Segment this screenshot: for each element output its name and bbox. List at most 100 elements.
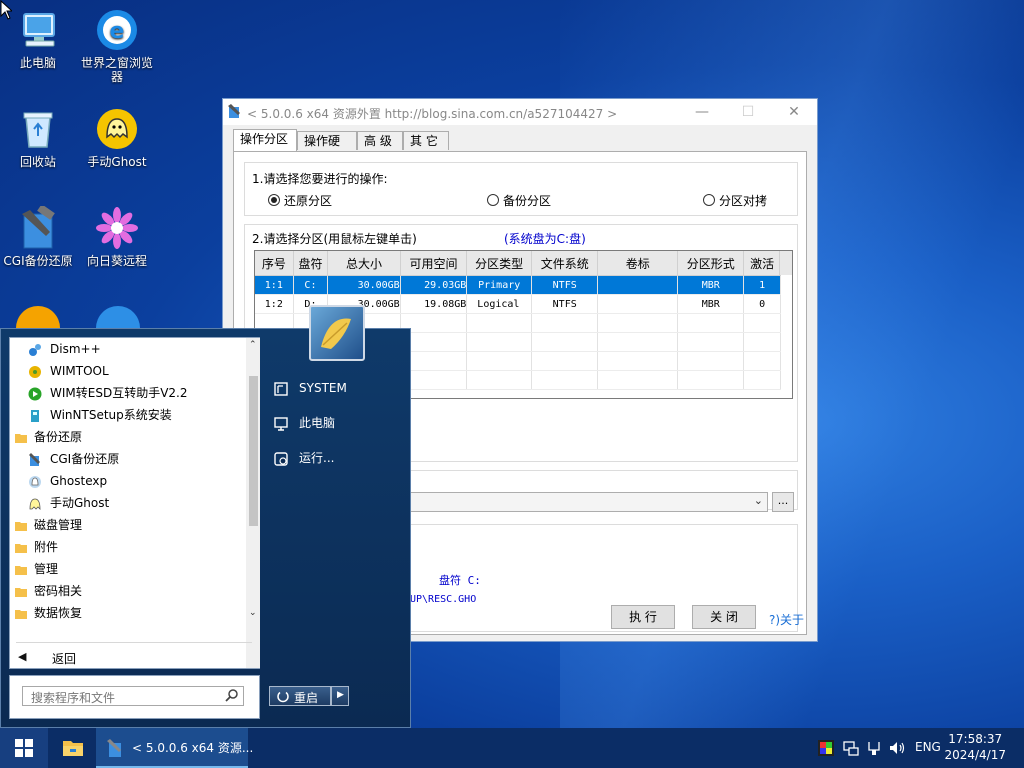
list-item-folder[interactable]: 数据恢复: [10, 602, 246, 624]
bird-icon: [96, 306, 140, 328]
list-item-folder[interactable]: 密码相关: [10, 580, 246, 602]
restart-options-button[interactable]: ▶: [331, 686, 349, 706]
tab-disk[interactable]: 操作硬盘: [297, 131, 357, 167]
desktop-icon-label: 此电脑: [19, 56, 56, 70]
tab-advanced[interactable]: 高 级: [357, 131, 403, 150]
setup-icon: [28, 408, 42, 422]
chevron-up-icon[interactable]: ⌃: [249, 340, 257, 350]
search-icon[interactable]: [225, 688, 239, 705]
clock[interactable]: 17:58:37 2024/4/17: [944, 731, 1006, 763]
language-indicator[interactable]: ENG: [915, 740, 941, 754]
list-item[interactable]: WinNTSetup系统安装: [10, 404, 246, 426]
col-header-style[interactable]: 分区形式: [677, 251, 745, 276]
dism-gear-icon: [28, 342, 42, 356]
computer-icon: [273, 416, 289, 439]
cell: MBR: [677, 294, 745, 314]
search-input[interactable]: 搜索程序和文件: [22, 686, 244, 706]
radio-restore-label[interactable]: 还原分区: [284, 192, 332, 209]
table-row[interactable]: 1:1 C: 30.00GB 29.03GB Primary NTFS MBR …: [255, 275, 781, 295]
col-header-total[interactable]: 总大小: [327, 251, 401, 276]
radio-copy-label[interactable]: 分区对拷: [719, 192, 767, 209]
cell: NTFS: [531, 294, 599, 314]
desktop-icon-cgi[interactable]: CGI备份还原: [0, 204, 76, 268]
execute-button[interactable]: 执 行: [611, 605, 675, 629]
taskbar-explorer[interactable]: [52, 728, 92, 768]
desktop-icon-sunflower[interactable]: 向日葵远程: [79, 206, 155, 268]
folder-icon: [14, 606, 28, 620]
maximize-button[interactable]: ☐: [725, 99, 771, 125]
radio-copy[interactable]: [703, 194, 715, 206]
minimize-button[interactable]: —: [679, 99, 725, 125]
folder-icon: [14, 540, 28, 554]
chevron-down-icon[interactable]: ⌄: [754, 494, 763, 507]
windows-logo-icon: [15, 739, 33, 760]
clock-date: 2024/4/17: [944, 748, 1006, 762]
back-divider: [16, 642, 252, 643]
cgi-backup-icon: [16, 204, 60, 250]
restart-button[interactable]: 重启: [269, 686, 331, 706]
col-header-free[interactable]: 可用空间: [400, 251, 468, 276]
cell: 1:1: [255, 275, 294, 295]
run-icon: [273, 451, 289, 474]
program-list-scrollbar[interactable]: ⌃ ⌄: [246, 338, 260, 668]
program-list: Dism++ WIMTOOL WIM转ESD互转助手V2.2 WinNTSetu…: [9, 337, 260, 669]
about-link[interactable]: ?)关于: [769, 611, 804, 628]
col-header-label[interactable]: 卷标: [597, 251, 679, 276]
title-bar[interactable]: < 5.0.0.6 x64 资源外置 http://blog.sina.com.…: [223, 99, 817, 125]
user-avatar[interactable]: [309, 305, 365, 361]
desktop-icon-recycle-bin[interactable]: 回收站: [0, 107, 76, 169]
list-item-folder[interactable]: 附件: [10, 536, 246, 558]
radio-backup[interactable]: [487, 194, 499, 206]
tab-partition[interactable]: 操作分区: [233, 129, 297, 151]
taskbar-active-window[interactable]: < 5.0.0.6 x64 资源...: [96, 728, 253, 768]
col-header-fs[interactable]: 文件系统: [531, 251, 599, 276]
usb-icon[interactable]: [866, 740, 882, 759]
desktop-icon-partial-2[interactable]: [96, 306, 140, 328]
folder-icon: [14, 430, 28, 444]
col-header-type[interactable]: 分区类型: [466, 251, 533, 276]
back-button[interactable]: ◀ 返回: [10, 648, 246, 668]
chevron-down-icon[interactable]: ⌄: [249, 608, 257, 618]
desktop-icon-browser[interactable]: e 世界之窗浏览器: [79, 8, 155, 84]
browse-button[interactable]: ...: [772, 492, 794, 512]
list-item[interactable]: WIMTOOL: [10, 360, 246, 382]
cell: MBR: [677, 275, 745, 295]
radio-restore[interactable]: [268, 194, 280, 206]
tab-other[interactable]: 其 它: [403, 131, 449, 150]
list-item-folder[interactable]: 磁盘管理: [10, 514, 246, 536]
desktop-icon-ghost[interactable]: 手动Ghost: [79, 107, 155, 169]
table-scrollbar[interactable]: [779, 251, 792, 275]
radio-backup-label[interactable]: 备份分区: [503, 192, 551, 209]
start-item-label: SYSTEM: [299, 381, 347, 395]
list-item-folder[interactable]: 备份还原: [10, 426, 246, 448]
cell: Primary: [466, 275, 533, 295]
table-header-row: 序号 盘符 总大小 可用空间 分区类型 文件系统 卷标 分区形式 激活: [255, 251, 781, 276]
scrollbar-thumb[interactable]: [249, 376, 258, 526]
app-window-icon: [228, 104, 241, 119]
list-item[interactable]: CGI备份还原: [10, 448, 246, 470]
list-item-label: 密码相关: [34, 584, 83, 598]
start-button[interactable]: [0, 728, 48, 768]
col-header-active[interactable]: 激活: [743, 251, 781, 276]
network-icon[interactable]: [843, 740, 859, 759]
close-button[interactable]: ✕: [771, 99, 817, 125]
color-settings-icon[interactable]: [818, 740, 834, 759]
close-dialog-button[interactable]: 关 闭: [692, 605, 756, 629]
col-header-index[interactable]: 序号: [255, 251, 294, 276]
search-area: 搜索程序和文件: [9, 675, 260, 719]
list-item-folder[interactable]: 管理: [10, 558, 246, 580]
browser-icon: e: [95, 8, 139, 52]
mouse-cursor: [0, 0, 14, 23]
volume-icon[interactable]: [889, 740, 907, 759]
col-header-drive[interactable]: 盘符: [293, 251, 329, 276]
cell: 0: [743, 294, 781, 314]
info-drive: 盘符 C:: [439, 574, 481, 587]
desktop-icon-partial-1[interactable]: [16, 306, 60, 328]
cgi-backup-icon: [106, 738, 124, 761]
list-item[interactable]: Dism++: [10, 338, 246, 360]
list-item[interactable]: Ghostexp: [10, 470, 246, 492]
desktop-icon-label: 世界之窗浏览器: [80, 56, 153, 84]
list-item[interactable]: WIM转ESD互转助手V2.2: [10, 382, 246, 404]
list-item[interactable]: 手动Ghost: [10, 492, 246, 514]
cell: [597, 294, 679, 314]
